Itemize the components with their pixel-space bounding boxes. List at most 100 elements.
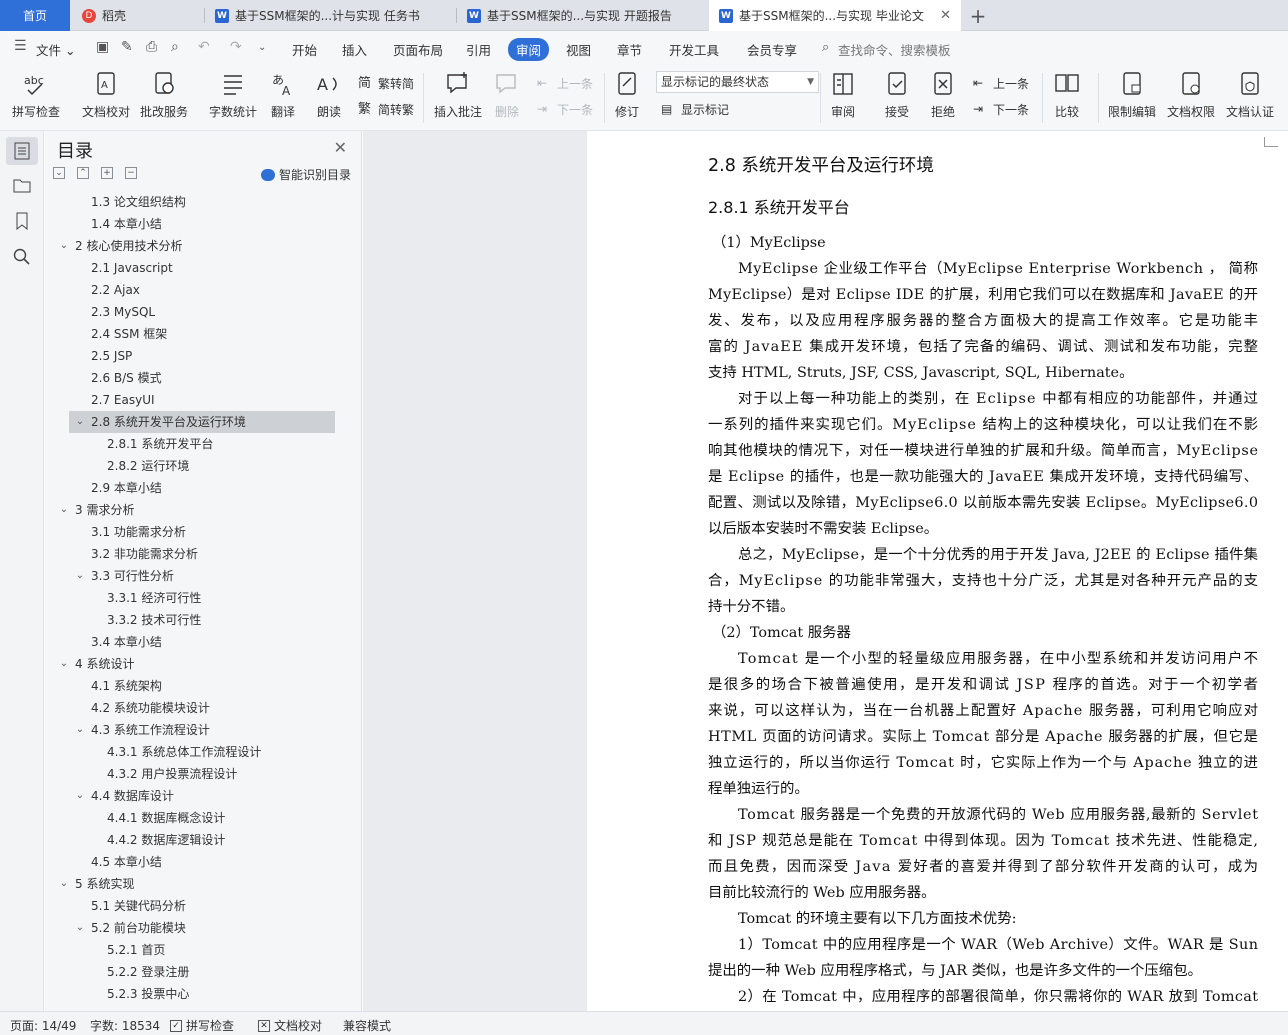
chevron-down-icon[interactable]: ⌄ [59, 873, 69, 895]
toc-item[interactable]: 4.4.1 数据库概念设计 [45, 807, 343, 829]
toc-item[interactable]: 2.1 Javascript [45, 257, 343, 279]
simp-to-trad-button[interactable]: 繁简转繁 [358, 101, 414, 118]
print-preview-icon[interactable]: ⌕ [171, 39, 179, 55]
menu-chapter[interactable]: 章节 [617, 40, 642, 59]
tab-daoke[interactable]: D 稻壳 [72, 0, 202, 31]
toc-item[interactable]: 2.8.1 系统开发平台 [45, 433, 343, 455]
toc-item[interactable]: 2.8.2 运行环境 [45, 455, 343, 477]
print-icon[interactable]: ⎙ [146, 39, 157, 55]
toc-item[interactable]: ⌄ 4.4 数据库设计 [45, 785, 343, 807]
quick-access-dropdown-icon[interactable]: ⌄ [258, 42, 266, 53]
toc-item[interactable]: 3.3.1 经济可行性 [45, 587, 343, 609]
next-change-button[interactable]: ⇥ 下一条 [973, 101, 1029, 118]
new-tab-icon[interactable]: + [968, 4, 988, 28]
menu-review[interactable]: 审阅 [508, 38, 550, 61]
translate-button[interactable]: あA 翻译 [268, 69, 298, 120]
collapse-all-icon[interactable]: ⌄ [53, 167, 65, 179]
chevron-down-icon[interactable]: ⌄ [75, 565, 85, 587]
toc-item[interactable]: ⌄ 2.8 系统开发平台及运行环境 [69, 411, 335, 433]
redo-icon[interactable]: ↷ [230, 39, 242, 55]
read-aloud-button[interactable]: A 朗读 [314, 69, 344, 120]
toc-item[interactable]: 3.2 非功能需求分析 [45, 543, 343, 565]
toc-item[interactable]: 3.3.2 技术可行性 [45, 609, 343, 631]
doc-permission-button[interactable]: 文档权限 [1167, 69, 1215, 120]
word-count-button[interactable]: 字数统计 [209, 69, 257, 120]
command-search[interactable]: 查找命令、搜索模板 [838, 40, 951, 59]
page-count[interactable]: 页面: 14/49 [10, 1017, 76, 1034]
hamburger-menu-icon[interactable]: ☰ [14, 38, 27, 54]
menu-insert[interactable]: 插入 [342, 40, 367, 59]
chevron-down-icon[interactable]: ⌄ [75, 719, 85, 741]
toc-item[interactable]: 4.1 系统架构 [45, 675, 343, 697]
prev-comment-button[interactable]: ⇤ 上一条 [537, 75, 593, 92]
toc-item[interactable]: 1.4 本章小结 [45, 213, 343, 235]
spell-check-toggle[interactable]: ✓ 拼写检查 [170, 1017, 234, 1034]
toc-item[interactable]: 2.3 MySQL [45, 301, 343, 323]
toc-item[interactable]: ⌄ 4 系统设计 [45, 653, 343, 675]
chevron-down-icon[interactable]: ⌄ [75, 917, 85, 939]
reject-button[interactable]: 拒绝 [928, 69, 958, 120]
undo-icon[interactable]: ↶ [198, 39, 210, 55]
chevron-down-icon[interactable]: ⌄ [75, 785, 85, 807]
format-painter-icon[interactable]: ✎ [121, 39, 133, 55]
spell-check-button[interactable]: abc 拼写检查 [12, 69, 60, 120]
toc-item[interactable]: 4.5 本章小结 [45, 851, 343, 873]
toc-item[interactable]: 1.3 论文组织结构 [45, 191, 343, 213]
toc-item[interactable]: 4.3.1 系统总体工作流程设计 [45, 741, 343, 763]
tab-task-doc[interactable]: W 基于SSM框架的...计与实现 任务书 [205, 0, 455, 31]
menu-start[interactable]: 开始 [292, 40, 317, 59]
tab-thesis-doc[interactable]: W 基于SSM框架的...与实现 毕业论文 ✕ [709, 0, 961, 31]
toc-item[interactable]: ⌄ 2 核心使用技术分析 [45, 235, 343, 257]
document-page[interactable]: 2.8 系统开发平台及运行环境 2.8.1 系统开发平台 （1）MyEclips… [588, 131, 1288, 1011]
doc-proof-toggle[interactable]: ✕ 文档校对 [258, 1017, 322, 1034]
delete-comment-button[interactable]: 删除 [492, 69, 522, 120]
save-icon[interactable]: ▣ [96, 39, 109, 55]
chevron-down-icon[interactable]: ⌄ [75, 411, 85, 433]
trad-to-simp-button[interactable]: 简繁转简 [358, 75, 414, 92]
tab-proposal-doc[interactable]: W 基于SSM框架的...与实现 开题报告 [457, 0, 707, 31]
toc-item[interactable]: 3.4 本章小结 [45, 631, 343, 653]
doc-certify-button[interactable]: 文档认证 [1226, 69, 1274, 120]
expand-all-icon[interactable]: ⌃ [77, 167, 89, 179]
toc-item[interactable]: 4.2 系统功能模块设计 [45, 697, 343, 719]
toc-item[interactable]: 5.2.3 投票中心 [45, 983, 343, 1005]
menu-references[interactable]: 引用 [466, 40, 491, 59]
toc-item[interactable]: ⌄ 4.3 系统工作流程设计 [45, 719, 343, 741]
review-pane-button[interactable]: 审阅 [828, 69, 858, 120]
chevron-down-icon[interactable]: ⌄ [59, 653, 69, 675]
next-comment-button[interactable]: ⇥ 下一条 [537, 101, 593, 118]
toc-item[interactable]: ⌄ 5.2 前台功能模块 [45, 917, 343, 939]
toc-item[interactable]: 5.2.2 登录注册 [45, 961, 343, 983]
markup-display-select[interactable]: 显示标记的最终状态 ▼ [656, 71, 819, 93]
remove-heading-icon[interactable]: − [125, 167, 137, 179]
toc-item[interactable]: 4.3.2 用户投票流程设计 [45, 763, 343, 785]
accept-button[interactable]: 接受 [882, 69, 912, 120]
compare-button[interactable]: 比较 [1052, 69, 1082, 120]
toc-item[interactable]: 2.4 SSM 框架 [45, 323, 343, 345]
toc-item[interactable]: 2.2 Ajax [45, 279, 343, 301]
toc-item[interactable]: 3.1 功能需求分析 [45, 521, 343, 543]
chapter-pane-icon[interactable] [12, 175, 32, 195]
word-count[interactable]: 字数: 18534 [90, 1017, 160, 1034]
track-changes-button[interactable]: 修订 [612, 69, 642, 120]
toc-item[interactable]: 2.5 JSP [45, 345, 343, 367]
chevron-down-icon[interactable]: ⌄ [59, 235, 69, 257]
file-menu[interactable]: 文件 ⌄ [36, 40, 75, 59]
doc-proof-button[interactable]: A 文档校对 [82, 69, 130, 120]
insert-comment-button[interactable]: 插入批注 [434, 69, 482, 120]
tab-home[interactable]: 首页 [0, 0, 70, 31]
menu-dev-tools[interactable]: 开发工具 [669, 40, 719, 59]
toc-item[interactable]: 5.1 关键代码分析 [45, 895, 343, 917]
toc-item[interactable]: 5.2.1 首页 [45, 939, 343, 961]
show-markup-button[interactable]: ▤ 显示标记 [661, 101, 729, 118]
review-service-button[interactable]: 批改服务 [140, 69, 188, 120]
menu-page-layout[interactable]: 页面布局 [393, 40, 443, 59]
smart-toc-button[interactable]: 智能识别目录 [260, 166, 351, 183]
search-pane-icon[interactable] [12, 247, 32, 267]
toc-item[interactable]: 2.6 B/S 模式 [45, 367, 343, 389]
toc-item[interactable]: 2.9 本章小结 [45, 477, 343, 499]
toc-item[interactable]: ⌄ 3.3 可行性分析 [45, 565, 343, 587]
prev-change-button[interactable]: ⇤ 上一条 [973, 75, 1029, 92]
toc-pane-icon[interactable] [6, 137, 38, 165]
menu-view[interactable]: 视图 [566, 40, 591, 59]
